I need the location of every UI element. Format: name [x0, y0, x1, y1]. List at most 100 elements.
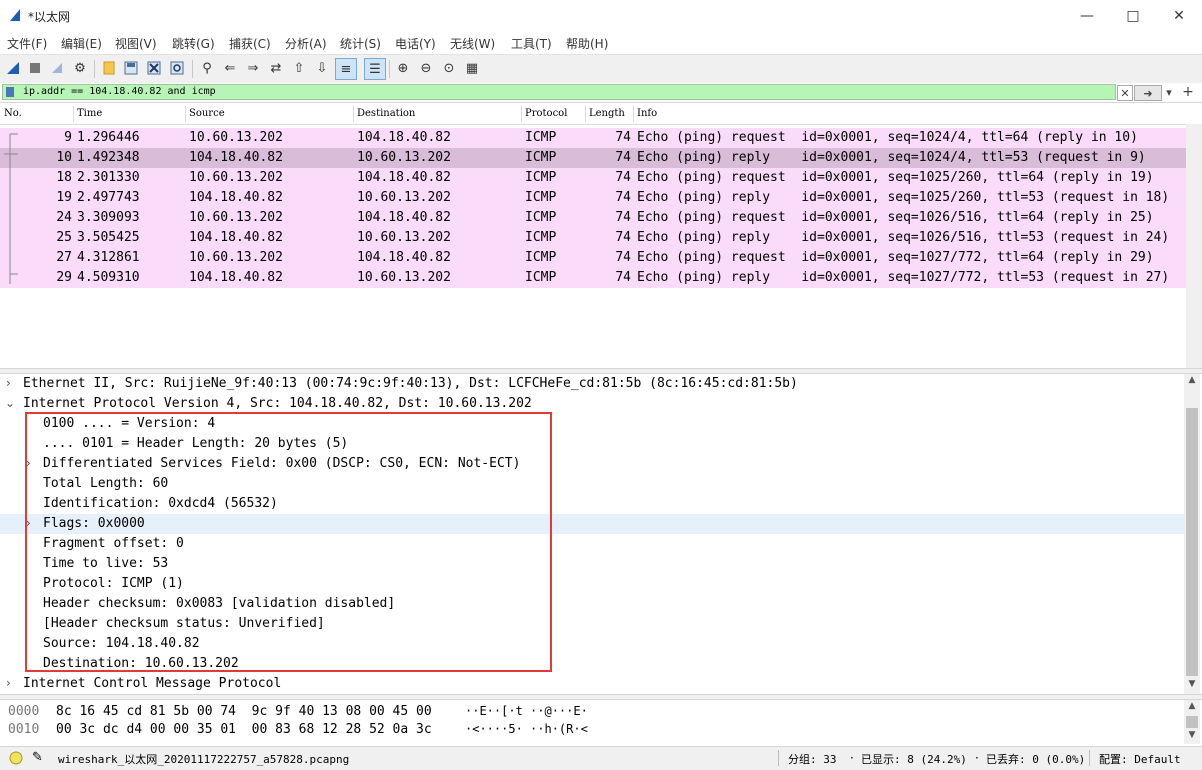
capture-comment-icon[interactable]: ✎: [32, 750, 43, 765]
menu-telephony[interactable]: 电话(Y): [395, 35, 436, 52]
chevron-right-icon[interactable]: ›: [6, 676, 11, 690]
packet-row[interactable]: 10 1.492348 104.18.40.82 10.60.13.202 ICMP 74…: [0, 148, 1202, 168]
minimize-icon[interactable]: —: [1064, 0, 1110, 32]
tree-item-ipv4[interactable]: ⌄ Internet Protocol Version 4, Src: 104.…: [0, 394, 1184, 414]
tree-item-ip-field[interactable]: .... 0101 = Header Length: 20 bytes (5): [0, 434, 1184, 454]
menu-view[interactable]: 视图(V): [115, 35, 157, 52]
tree-item-ip-field[interactable]: Header checksum: 0x0083 [validation disa…: [0, 594, 1184, 614]
tree-item-ip-field[interactable]: Protocol: ICMP (1): [0, 574, 1184, 594]
menu-edit[interactable]: 编辑(E): [61, 35, 102, 52]
forward-icon[interactable]: ⇒: [244, 59, 262, 77]
close-file-icon[interactable]: [145, 59, 163, 77]
colorize-icon[interactable]: ☰: [364, 58, 386, 80]
go-to-packet-icon[interactable]: ⇄: [267, 59, 285, 77]
save-file-icon[interactable]: [122, 59, 140, 77]
normal-size-icon[interactable]: ⊙: [440, 59, 458, 77]
tree-item-label: Identification: 0xdcd4 (56532): [43, 496, 278, 511]
column-header-destination[interactable]: Destination: [357, 108, 415, 119]
chevron-right-icon[interactable]: ›: [6, 376, 11, 390]
tree-item-ip-field[interactable]: Identification: 0xdcd4 (56532): [0, 494, 1184, 514]
plus-icon[interactable]: +: [1181, 84, 1195, 100]
menu-go[interactable]: 跳转(G): [172, 35, 215, 52]
zoom-in-icon[interactable]: ⊕: [394, 59, 412, 77]
bytes-hex[interactable]: 8c 16 45 cd 81 5b 00 74 9c 9f 40 13 08 0…: [56, 704, 432, 719]
first-packet-icon[interactable]: ⇧: [290, 59, 308, 77]
column-header-no[interactable]: No.: [4, 108, 22, 119]
tree-item-icmp[interactable]: › Internet Control Message Protocol: [0, 674, 1184, 694]
display-filter-input[interactable]: ip.addr == 104.18.40.82 and icmp: [2, 84, 1116, 100]
menu-file[interactable]: 文件(F): [7, 35, 47, 52]
tree-item-ip-field[interactable]: Total Length: 60: [0, 474, 1184, 494]
apply-filter-arrow-icon[interactable]: ➜: [1134, 85, 1162, 101]
scroll-up-icon[interactable]: ▲: [1184, 701, 1200, 715]
status-profile[interactable]: 配置: Default: [1099, 751, 1181, 767]
restart-icon[interactable]: [48, 59, 66, 77]
clear-filter-icon[interactable]: ✕: [1117, 85, 1133, 101]
scrollbar-thumb[interactable]: [1186, 408, 1198, 676]
menu-tools[interactable]: 工具(T): [511, 35, 552, 52]
last-packet-icon[interactable]: ⇩: [313, 59, 331, 77]
menu-statistics[interactable]: 统计(S): [340, 35, 381, 52]
packet-row[interactable]: 27 4.312861 10.60.13.202 104.18.40.82 ICMP 74…: [0, 248, 1202, 268]
tree-item-ethernet[interactable]: › Ethernet II, Src: RuijieNe_9f:40:13 (0…: [0, 374, 1184, 394]
scroll-up-icon[interactable]: ▲: [1184, 375, 1200, 389]
tree-item-ip-field[interactable]: Fragment offset: 0: [0, 534, 1184, 554]
packet-cell-dst: 10.60.13.202: [357, 190, 451, 205]
tree-item-ip-field[interactable]: Destination: 10.60.13.202: [0, 654, 1184, 674]
tree-item-ip-field[interactable]: [Header checksum status: Unverified]: [0, 614, 1184, 634]
tree-item-ip-field[interactable]: Source: 104.18.40.82: [0, 634, 1184, 654]
open-file-icon[interactable]: [100, 59, 118, 77]
details-scrollbar[interactable]: ▲ ▼: [1184, 374, 1200, 694]
packet-row[interactable]: 19 2.497743 104.18.40.82 10.60.13.202 ICMP 74…: [0, 188, 1202, 208]
menu-help[interactable]: 帮助(H): [566, 35, 608, 52]
column-header-protocol[interactable]: Protocol: [525, 108, 567, 119]
packet-row[interactable]: 25 3.505425 104.18.40.82 10.60.13.202 ICMP 74…: [0, 228, 1202, 248]
packet-cell-dst: 104.18.40.82: [357, 250, 451, 265]
chevron-down-icon[interactable]: ▾: [1162, 85, 1176, 99]
bytes-offset: 0000: [8, 704, 40, 719]
bytes-ascii[interactable]: ·<····5· ··h·(R·<: [465, 722, 588, 736]
packet-cell-time: 3.505425: [77, 230, 140, 245]
packet-row[interactable]: 9 1.296446 10.60.13.202 104.18.40.82 ICMP 74 E…: [0, 128, 1202, 148]
column-header-source[interactable]: Source: [189, 108, 225, 119]
chevron-down-icon[interactable]: ⌄: [5, 396, 15, 410]
autoscroll-icon[interactable]: ≡: [335, 58, 357, 80]
resize-columns-icon[interactable]: ▦: [463, 59, 481, 77]
tree-item-ip-field[interactable]: › Flags: 0x0000: [0, 514, 1184, 534]
chevron-right-icon[interactable]: ›: [26, 456, 31, 470]
packet-row[interactable]: 24 3.309093 10.60.13.202 104.18.40.82 ICMP 74…: [0, 208, 1202, 228]
back-icon[interactable]: ⇐: [221, 59, 239, 77]
reload-icon[interactable]: [168, 59, 186, 77]
menu-wireless[interactable]: 无线(W): [450, 35, 495, 52]
column-header-info[interactable]: Info: [637, 108, 657, 119]
packet-row[interactable]: 29 4.509310 104.18.40.82 10.60.13.202 ICMP 74…: [0, 268, 1202, 288]
expert-info-icon[interactable]: [9, 751, 23, 765]
scroll-down-icon[interactable]: ▼: [1184, 730, 1200, 744]
menu-capture[interactable]: 捕获(C): [229, 35, 271, 52]
maximize-icon[interactable]: □: [1110, 0, 1156, 32]
scrollbar-thumb[interactable]: [1186, 716, 1198, 728]
packet-row[interactable]: 18 2.301330 10.60.13.202 104.18.40.82 ICMP 74…: [0, 168, 1202, 188]
stop-icon[interactable]: [26, 59, 44, 77]
scroll-down-icon[interactable]: ▼: [1184, 679, 1200, 693]
capture-options-icon[interactable]: ⚙: [71, 59, 89, 77]
packet-list-scrollbar[interactable]: [1186, 124, 1202, 368]
bytes-ascii[interactable]: ··E··[·t ··@···E·: [465, 704, 588, 718]
menu-analyze[interactable]: 分析(A): [285, 35, 327, 52]
tree-item-ip-field[interactable]: 0100 .... = Version: 4: [0, 414, 1184, 434]
tree-item-label: .... 0101 = Header Length: 20 bytes (5): [43, 436, 349, 451]
zoom-out-icon[interactable]: ⊖: [417, 59, 435, 77]
chevron-right-icon[interactable]: ›: [26, 516, 31, 530]
tree-item-ip-field[interactable]: Time to live: 53: [0, 554, 1184, 574]
bookmark-icon[interactable]: [6, 87, 14, 97]
close-icon[interactable]: ✕: [1156, 0, 1202, 32]
find-icon[interactable]: ⚲: [198, 59, 216, 77]
bytes-scrollbar[interactable]: ▲ ▼: [1184, 700, 1200, 744]
bytes-hex[interactable]: 00 3c dc d4 00 00 35 01 00 83 68 12 28 5…: [56, 722, 432, 737]
shark-fin-start-icon[interactable]: [4, 59, 22, 77]
packet-cell-time: 1.492348: [77, 150, 140, 165]
tree-item-ip-field[interactable]: › Differentiated Services Field: 0x00 (DS…: [0, 454, 1184, 474]
display-filter-text[interactable]: ip.addr == 104.18.40.82 and icmp: [23, 86, 216, 97]
column-header-length[interactable]: Length: [589, 108, 625, 119]
column-header-time[interactable]: Time: [77, 108, 102, 119]
